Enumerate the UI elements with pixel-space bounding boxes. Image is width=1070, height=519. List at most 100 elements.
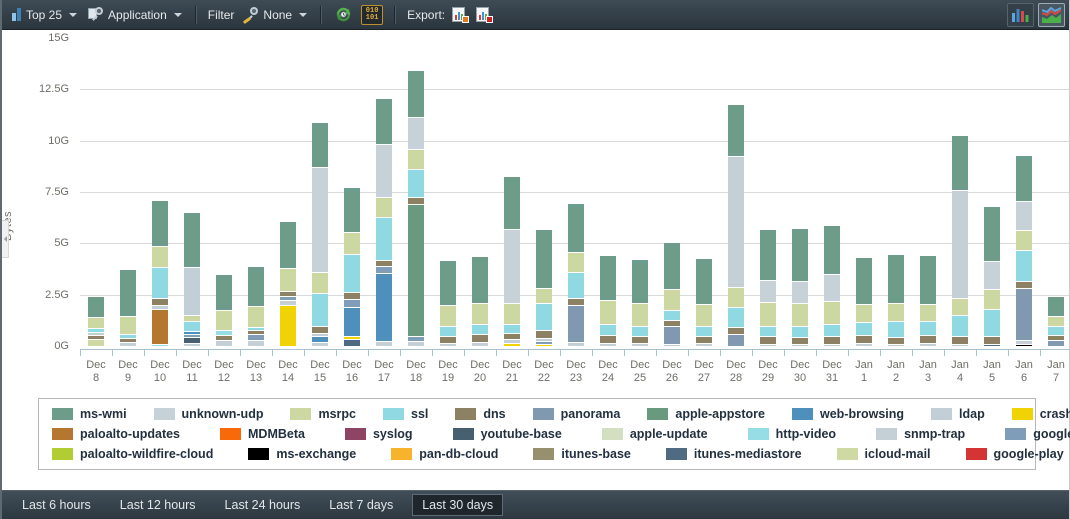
bar-segment-ms-wmi[interactable] bbox=[472, 256, 488, 303]
bar-segment-msrpc[interactable] bbox=[472, 303, 488, 324]
legend-item-itunes-base[interactable]: itunes-base bbox=[533, 447, 630, 461]
bar-segment-dns[interactable] bbox=[568, 298, 584, 305]
bar-segment-dns[interactable] bbox=[312, 326, 328, 333]
bar-segment-crashplan[interactable] bbox=[536, 344, 552, 346]
time-range-last-7-days[interactable]: Last 7 days bbox=[319, 494, 403, 516]
bar-segment-msrpc[interactable] bbox=[568, 252, 584, 272]
bar-segment-msrpc[interactable] bbox=[760, 302, 776, 326]
bar-segment-ms-wmi[interactable] bbox=[664, 242, 680, 289]
bar-segment-msrpc[interactable] bbox=[376, 197, 392, 217]
bar-segment-ssl[interactable] bbox=[184, 321, 200, 331]
bar-segment-ms-wmi[interactable] bbox=[792, 228, 808, 281]
stacked-bar-dec-14[interactable] bbox=[280, 221, 296, 346]
legend-item-panorama[interactable]: panorama bbox=[533, 407, 621, 421]
stacked-bar-dec-27[interactable] bbox=[696, 258, 712, 346]
bar-segment-dns[interactable] bbox=[760, 336, 776, 344]
bar-segment-snmp-trap[interactable] bbox=[248, 340, 264, 346]
bar-segment-msrpc[interactable] bbox=[280, 268, 296, 291]
bar-segment-ms-wmi[interactable] bbox=[568, 203, 584, 252]
export-pdf-button[interactable] bbox=[476, 7, 493, 23]
bar-segment-web-browsing[interactable] bbox=[376, 273, 392, 341]
bar-segment-dns[interactable] bbox=[728, 327, 744, 334]
stacked-bar-dec-23[interactable] bbox=[568, 203, 584, 346]
legend-item-dns[interactable]: dns bbox=[455, 407, 505, 421]
time-range-last-6-hours[interactable]: Last 6 hours bbox=[12, 494, 101, 516]
stacked-bar-jan-5[interactable] bbox=[984, 206, 1000, 346]
group-by-dropdown[interactable]: Application bbox=[86, 5, 184, 24]
bar-segment-unknown-udp[interactable] bbox=[312, 167, 328, 272]
legend-item-google-base[interactable]: google-base bbox=[1005, 427, 1070, 441]
stacked-bar-jan-2[interactable] bbox=[888, 254, 904, 346]
legend-item-MDMBeta[interactable]: MDMBeta bbox=[220, 427, 305, 441]
bar-segment-ldap[interactable] bbox=[184, 267, 200, 315]
bar-segment-ssl[interactable] bbox=[1016, 250, 1032, 281]
stacked-bar-dec-8[interactable] bbox=[88, 296, 104, 346]
legend-item-paloalto-updates[interactable]: paloalto-updates bbox=[52, 427, 180, 441]
bar-segment-paloalto-updates[interactable] bbox=[152, 309, 168, 344]
bar-segment-unknown-udp[interactable] bbox=[1016, 201, 1032, 230]
bar-segment-dns[interactable] bbox=[952, 336, 968, 344]
bar-segment-ldap[interactable] bbox=[952, 344, 968, 346]
legend-item-snmp-trap[interactable]: snmp-trap bbox=[876, 427, 965, 441]
legend-item-unknown-udp[interactable]: unknown-udp bbox=[154, 407, 264, 421]
bar-segment-snmp-trap[interactable] bbox=[856, 343, 872, 346]
bar-chart-view-button[interactable] bbox=[1007, 3, 1034, 27]
bar-segment-dns[interactable] bbox=[536, 330, 552, 338]
bar-segment-msrpc[interactable] bbox=[248, 306, 264, 327]
bar-segment-ssl[interactable] bbox=[664, 310, 680, 320]
stacked-bar-jan-7[interactable] bbox=[1048, 296, 1064, 346]
bar-segment-ssl[interactable] bbox=[152, 267, 168, 298]
bar-segment-dns[interactable] bbox=[344, 292, 360, 299]
legend-item-icloud-mail[interactable]: icloud-mail bbox=[837, 447, 931, 461]
legend-item-crashplan[interactable]: crashplan bbox=[1012, 407, 1070, 421]
bar-segment-ms-wmi[interactable] bbox=[344, 187, 360, 232]
bar-segment-ms-wmi[interactable] bbox=[216, 274, 232, 310]
bar-segment-ssl[interactable] bbox=[728, 307, 744, 327]
bar-segment-ms-exchange[interactable] bbox=[1016, 344, 1032, 346]
bar-segment-snmp-trap[interactable] bbox=[216, 340, 232, 346]
bar-segment-itunes-mediastore[interactable] bbox=[984, 344, 1000, 346]
bar-segment-msrpc[interactable] bbox=[856, 304, 872, 322]
bar-segment-ms-wmi[interactable] bbox=[728, 104, 744, 156]
export-excel-button[interactable] bbox=[452, 7, 469, 23]
bar-segment-msrpc[interactable] bbox=[664, 289, 680, 310]
stacked-bar-dec-12[interactable] bbox=[216, 274, 232, 346]
bar-segment-ms-wmi[interactable] bbox=[248, 266, 264, 306]
bar-segment-unknown-udp[interactable] bbox=[760, 280, 776, 302]
bar-segment-msrpc[interactable] bbox=[216, 310, 232, 330]
bar-segment-msrpc[interactable] bbox=[952, 298, 968, 315]
bar-segment-msrpc[interactable] bbox=[728, 287, 744, 307]
bar-segment-ssl[interactable] bbox=[568, 272, 584, 298]
legend-item-apple-appstore[interactable]: apple-appstore bbox=[647, 407, 765, 421]
stacked-bar-dec-29[interactable] bbox=[760, 229, 776, 346]
bar-segment-unknown-udp[interactable] bbox=[824, 274, 840, 301]
bar-segment-ssl[interactable] bbox=[408, 169, 424, 197]
bar-segment-dns[interactable] bbox=[824, 336, 840, 344]
bar-segment-ms-wmi[interactable] bbox=[408, 70, 424, 117]
bar-segment-unknown-udp[interactable] bbox=[504, 229, 520, 303]
bar-segment-msrpc[interactable] bbox=[632, 303, 648, 326]
bar-segment-web-browsing[interactable] bbox=[344, 307, 360, 336]
legend-item-ms-exchange[interactable]: ms-exchange bbox=[248, 447, 356, 461]
bar-segment-msrpc[interactable] bbox=[792, 303, 808, 326]
bar-segment-snmp-trap[interactable] bbox=[952, 190, 968, 298]
bar-segment-ms-wmi[interactable] bbox=[856, 257, 872, 304]
bar-segment-snmp-trap[interactable] bbox=[440, 343, 456, 346]
bar-segment-ssl[interactable] bbox=[824, 324, 840, 336]
stacked-bar-dec-25[interactable] bbox=[632, 259, 648, 346]
bar-segment-snmp-trap[interactable] bbox=[472, 342, 488, 346]
bar-segment-ssl[interactable] bbox=[536, 303, 552, 330]
bar-segment-snmp-trap[interactable] bbox=[920, 343, 936, 346]
legend-item-google-play[interactable]: google-play bbox=[966, 447, 1064, 461]
bar-segment-ms-wmi[interactable] bbox=[376, 98, 392, 144]
legend-item-pan-db-cloud[interactable]: pan-db-cloud bbox=[391, 447, 498, 461]
scheduled-refresh-button[interactable] bbox=[333, 4, 354, 25]
bar-segment-google-base[interactable] bbox=[344, 299, 360, 307]
bar-segment-snmp-trap[interactable] bbox=[408, 341, 424, 346]
bar-segment-snmp-trap[interactable] bbox=[664, 344, 680, 346]
bar-segment-dns[interactable] bbox=[792, 337, 808, 344]
bar-segment-ms-wmi[interactable] bbox=[440, 260, 456, 305]
bar-segment-icloud-mail[interactable] bbox=[88, 339, 104, 346]
bar-segment-panorama[interactable] bbox=[1048, 340, 1064, 346]
time-range-last-12-hours[interactable]: Last 12 hours bbox=[110, 494, 206, 516]
